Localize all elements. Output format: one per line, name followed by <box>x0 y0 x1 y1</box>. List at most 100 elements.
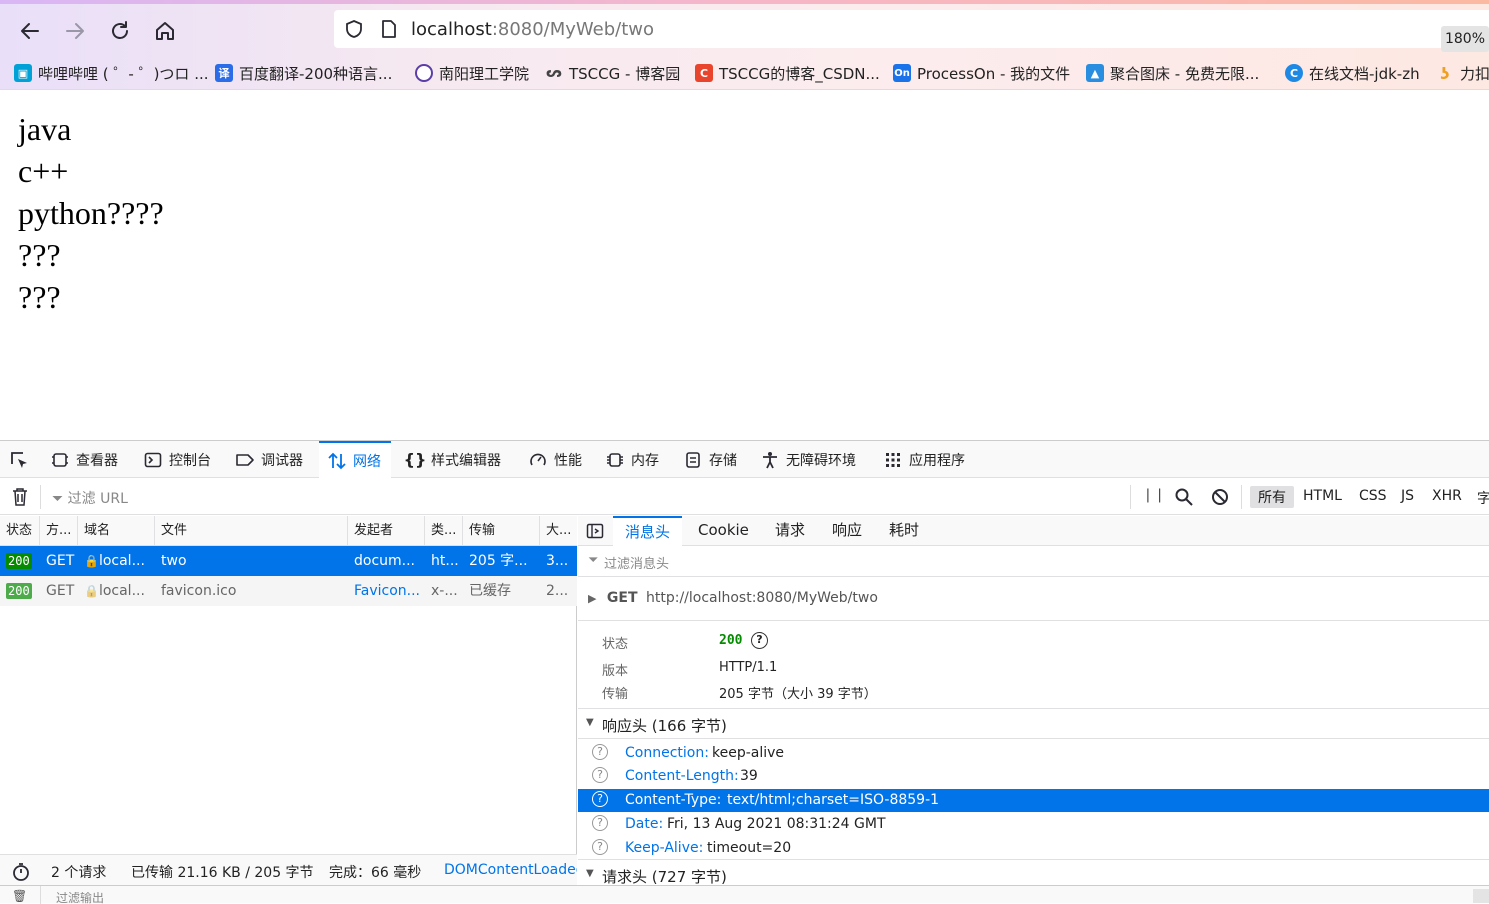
column-header-file[interactable]: 文件 <box>155 516 348 546</box>
block-icon[interactable] <box>1210 487 1230 507</box>
application-icon <box>883 450 903 470</box>
page-icon <box>382 20 396 38</box>
tab-label: 查看器 <box>76 452 118 469</box>
bookmark-image-host[interactable]: ▲ 聚合图床 - 免费无限... <box>1086 62 1259 84</box>
processon-icon: On <box>893 64 911 82</box>
csdn-icon: C <box>695 64 713 82</box>
header-row[interactable]: ? Content-Length: 39 <box>578 765 1489 788</box>
bookmark-cnblogs[interactable]: ᔕ TSCCG - 博客园 <box>545 62 680 84</box>
tab-performance[interactable]: 性能 <box>528 441 582 478</box>
console-filter-placeholder[interactable]: 过滤输出 <box>56 892 104 904</box>
column-header-method[interactable]: 方... <box>40 516 78 546</box>
tab-memory[interactable]: 内存 <box>605 441 659 478</box>
type-filter-js[interactable]: JS <box>1401 488 1414 504</box>
tab-headers[interactable]: 消息头 <box>613 516 683 546</box>
request-table-header: 状态 方... 域名 文件 发起者 类... 传输 大... <box>0 516 577 546</box>
bookmark-processon[interactable]: On ProcessOn - 我的文件 <box>893 62 1070 84</box>
tab-inspector[interactable]: 查看器 <box>50 441 118 478</box>
request-headers-section[interactable]: ▼ 请求头 (727 字节) <box>578 859 1489 886</box>
search-icon[interactable] <box>1174 487 1194 507</box>
console-icon <box>143 450 163 470</box>
tab-console[interactable]: 控制台 <box>143 441 211 478</box>
type-filter-html[interactable]: HTML <box>1303 488 1342 504</box>
lock-icon: 🔒 <box>84 584 99 598</box>
pause-icon[interactable]: ❘❘ <box>1142 487 1165 503</box>
transfer-cell: 已缓存 <box>469 583 511 599</box>
version-value: HTTP/1.1 <box>719 660 778 675</box>
tab-label: 存储 <box>709 452 737 469</box>
filter-url-input[interactable]: ⏷ 过滤 URL <box>52 488 128 508</box>
tab-style-editor[interactable]: {} 样式编辑器 <box>404 441 501 478</box>
chevron-right-icon: ▶ <box>588 592 597 605</box>
help-icon[interactable]: ? <box>592 815 608 831</box>
type-filter-all[interactable]: 所有 <box>1250 486 1294 508</box>
bookmark-leetcode[interactable]: ʖ 力扣 <box>1436 62 1489 84</box>
element-picker-button[interactable] <box>8 441 30 478</box>
request-summary-line[interactable]: ▶ GET http://localhost:8080/MyWeb/two <box>588 590 878 606</box>
stopwatch-icon[interactable] <box>11 862 31 882</box>
bookmark-nyist[interactable]: 南阳理工学院 <box>415 62 529 84</box>
url-text[interactable]: localhost:8080/MyWeb/two <box>411 19 654 40</box>
reload-icon <box>112 21 128 39</box>
table-row[interactable]: 200 GET 🔒local... favicon.ico Favicon...… <box>0 576 577 606</box>
response-headers-title: 响应头 (166 字节) <box>602 717 727 735</box>
header-row[interactable]: ? Keep-Alive: timeout=20 <box>578 837 1489 860</box>
transfer-cell: 205 字... <box>469 553 528 569</box>
tab-response[interactable]: 响应 <box>832 516 862 546</box>
column-header-status[interactable]: 状态 <box>0 516 40 546</box>
help-icon[interactable]: ? <box>592 767 608 783</box>
type-filter-font[interactable]: 字 <box>1477 488 1489 508</box>
header-key: Connection: <box>625 745 709 761</box>
header-key: Content-Length: <box>625 768 739 784</box>
header-row[interactable]: ? Content-Type: text/html;charset=ISO-8859… <box>578 789 1489 812</box>
arrow-left-icon <box>21 23 39 39</box>
table-row[interactable]: 200 GET 🔒local... two docum... ht... 205… <box>0 546 577 576</box>
type-filter-xhr[interactable]: XHR <box>1432 488 1462 504</box>
bookmark-baidu-translate[interactable]: 译百度翻译-200种语言... <box>215 62 392 84</box>
bookmark-label: 聚合图床 - 免费无限... <box>1110 64 1260 83</box>
help-icon[interactable]: ? <box>592 791 608 807</box>
bookmark-csdn[interactable]: C TSCCG的博客_CSDN... <box>695 62 880 84</box>
trash-icon[interactable] <box>11 487 29 507</box>
bookmark-label: 南阳理工学院 <box>439 64 530 83</box>
bookmark-bilibili[interactable]: ▣ 哔哩哔哩 ( ゜- ゜)つロ ... <box>14 62 209 84</box>
column-header-size[interactable]: 大... <box>540 516 577 546</box>
type-filter-css[interactable]: CSS <box>1359 488 1387 504</box>
bookmark-jdk-docs[interactable]: C 在线文档-jdk-zh <box>1285 62 1420 84</box>
header-row[interactable]: ? Connection: keep-alive <box>578 742 1489 765</box>
back-button[interactable] <box>16 17 44 45</box>
column-header-initiator[interactable]: 发起者 <box>348 516 425 546</box>
column-header-type[interactable]: 类... <box>425 516 463 546</box>
chevron-down-icon: ▼ <box>586 868 594 879</box>
help-icon[interactable]: ? <box>592 744 608 760</box>
tab-request[interactable]: 请求 <box>775 516 805 546</box>
help-icon[interactable]: ? <box>592 839 608 855</box>
column-header-domain[interactable]: 域名 <box>78 516 155 546</box>
tab-storage[interactable]: 存储 <box>683 441 737 478</box>
trash-icon[interactable]: 🗑 <box>12 889 27 903</box>
dom-content-loaded: DOMContentLoaded <box>444 862 577 878</box>
column-header-transfer[interactable]: 传输 <box>463 516 540 546</box>
tab-timings[interactable]: 耗时 <box>889 516 919 546</box>
status-label: 状态 <box>602 637 629 652</box>
tab-network[interactable]: 网络 <box>319 441 391 478</box>
shield-icon[interactable] <box>344 19 364 39</box>
zoom-level-badge[interactable]: 180% <box>1441 26 1489 52</box>
reload-button[interactable] <box>106 17 134 45</box>
tab-application[interactable]: 应用程序 <box>883 441 965 478</box>
tab-debugger[interactable]: 调试器 <box>235 441 303 478</box>
tab-accessibility[interactable]: 无障碍环境 <box>760 441 856 478</box>
home-button[interactable] <box>151 17 179 45</box>
address-bar[interactable]: localhost:8080/MyWeb/two 180% <box>334 10 1489 52</box>
header-row[interactable]: ? Date: Fri, 13 Aug 2021 08:31:24 GMT <box>578 813 1489 836</box>
initiator-cell[interactable]: Favicon... <box>348 576 425 606</box>
toggle-sidebar-icon[interactable] <box>586 522 604 540</box>
tab-cookie[interactable]: Cookie <box>698 516 749 546</box>
help-icon[interactable]: ? <box>751 632 768 649</box>
forward-button[interactable] <box>61 17 89 45</box>
headers-filter-input[interactable]: ⏷ 过滤消息头 <box>578 546 1489 577</box>
bookmark-label: 在线文档-jdk-zh <box>1309 64 1420 83</box>
response-headers-section[interactable]: ▼ 响应头 (166 字节) <box>578 708 1489 739</box>
scrollbar[interactable] <box>1473 889 1489 903</box>
file-cell: favicon.ico <box>161 583 237 599</box>
